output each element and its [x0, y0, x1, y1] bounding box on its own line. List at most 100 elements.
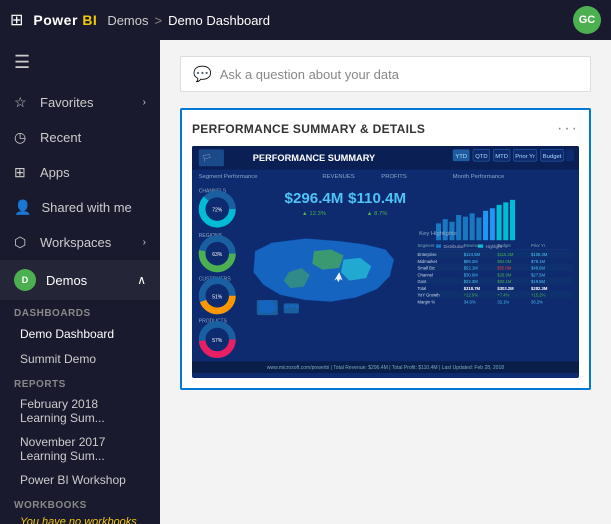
sidebar-item-demos[interactable]: D Demos ∧ [0, 260, 160, 300]
svg-text:REVENUES: REVENUES [322, 174, 354, 180]
qa-bar[interactable]: 💬 Ask a question about your data [180, 56, 591, 92]
svg-text:Segment: Segment [417, 243, 435, 248]
svg-text:Prior Yr: Prior Yr [515, 154, 535, 160]
svg-text:$27.5M: $27.5M [531, 272, 545, 277]
sidebar-item-apps[interactable]: ⊞ Apps [0, 155, 160, 190]
tile-title: PERFORMANCE SUMMARY & DETAILS [192, 122, 425, 136]
svg-text:$78.1M: $78.1M [531, 259, 545, 264]
user-avatar[interactable]: GC [573, 6, 601, 34]
sidebar-label-recent: Recent [40, 130, 81, 145]
svg-text:Channel: Channel [417, 272, 433, 277]
sidebar-label-apps: Apps [40, 165, 70, 180]
svg-text:32.1%: 32.1% [497, 299, 509, 304]
svg-text:$282.3M: $282.3M [531, 286, 548, 291]
breadcrumb-separator: > [155, 13, 163, 28]
sidebar-subitem-report-powerbi[interactable]: Power BI Workshop [0, 468, 160, 492]
breadcrumb: Demos > Demo Dashboard [107, 13, 270, 28]
dashboard-tile: PERFORMANCE SUMMARY & DETAILS ··· 🏳 PERF… [180, 108, 591, 390]
sidebar: ☰ ☆ Favorites › ◷ Recent ⊞ Apps 👤 Shared… [0, 40, 160, 524]
svg-text:$89.2M: $89.2M [464, 259, 478, 264]
qa-icon: 💬 [193, 65, 212, 83]
svg-text:Enterprise: Enterprise [417, 252, 437, 257]
svg-text:▲ 12.3%: ▲ 12.3% [302, 211, 327, 217]
qa-placeholder-text: Ask a question about your data [220, 67, 399, 82]
svg-text:$303.2M: $303.2M [497, 286, 514, 291]
apps-icon: ⊞ [14, 164, 30, 181]
svg-text:Margin %: Margin % [417, 299, 435, 304]
tile-header: PERFORMANCE SUMMARY & DETAILS ··· [192, 120, 579, 138]
svg-text:Budget: Budget [543, 154, 562, 160]
waffle-icon[interactable]: ⊞ [10, 10, 23, 30]
svg-text:Midmarket: Midmarket [417, 259, 437, 264]
sidebar-subitem-summit-demo[interactable]: Summit Demo [0, 347, 160, 371]
workspaces-chevron-icon: › [143, 237, 146, 248]
svg-text:YoY Growth: YoY Growth [417, 293, 440, 298]
topbar: ⊞ Power BI Demos > Demo Dashboard GC [0, 0, 611, 40]
svg-text:$22.3M: $22.3M [464, 279, 478, 284]
svg-text:$28.9M: $28.9M [497, 272, 511, 277]
sidebar-label-demos: Demos [46, 273, 87, 288]
svg-text:Key Highlights: Key Highlights [419, 231, 457, 237]
breadcrumb-root[interactable]: Demos [107, 13, 148, 28]
svg-text:Distribution: Distribution [444, 244, 466, 249]
sidebar-subitem-demo-dashboard[interactable]: Demo Dashboard ··· [0, 321, 160, 347]
svg-text:$296.4M: $296.4M [285, 190, 344, 207]
svg-text:+7.4%: +7.4% [497, 293, 509, 298]
svg-text:36.2%: 36.2% [531, 299, 543, 304]
tile-more-options[interactable]: ··· [557, 120, 579, 138]
svg-text:Prior Yr: Prior Yr [531, 243, 546, 248]
workspaces-icon: ⬡ [14, 234, 30, 251]
shared-icon: 👤 [14, 199, 31, 216]
svg-text:34.6%: 34.6% [464, 299, 476, 304]
svg-text:YTD: YTD [455, 154, 467, 160]
svg-text:51%: 51% [212, 294, 223, 300]
dashboard-item-label: Demo Dashboard [20, 327, 114, 341]
svg-text:$110.4M: $110.4M [348, 190, 406, 207]
workbooks-empty-label: You have no workbooks [0, 513, 160, 524]
svg-text:▲ 8.7%: ▲ 8.7% [367, 211, 389, 217]
favorites-icon: ☆ [14, 94, 30, 111]
svg-text:Govt: Govt [417, 279, 427, 284]
sidebar-label-workspaces: Workspaces [40, 235, 111, 250]
chevron-right-icon: › [143, 97, 146, 108]
svg-text:PERFORMANCE SUMMARY: PERFORMANCE SUMMARY [253, 153, 376, 163]
svg-text:🏳: 🏳 [202, 153, 212, 162]
sidebar-item-workspaces[interactable]: ⬡ Workspaces › [0, 225, 160, 260]
svg-text:$30.6M: $30.6M [464, 272, 478, 277]
section-reports: REPORTS [0, 371, 160, 392]
svg-text:$84.0M: $84.0M [497, 259, 511, 264]
svg-text:$19.8M: $19.8M [531, 279, 545, 284]
svg-text:QTD: QTD [475, 154, 487, 160]
recent-icon: ◷ [14, 129, 30, 146]
sidebar-item-recent[interactable]: ◷ Recent [0, 120, 160, 155]
svg-text:$48.6M: $48.6M [531, 266, 545, 271]
svg-text:57%: 57% [212, 338, 223, 344]
report-label-1: February 2018 Learning Sum... [20, 397, 146, 425]
hamburger-button[interactable]: ☰ [0, 40, 160, 85]
sidebar-item-favorites[interactable]: ☆ Favorites › [0, 85, 160, 120]
svg-text:Revenue: Revenue [464, 243, 481, 248]
sidebar-subitem-report-nov[interactable]: November 2017 Learning Sum... [0, 430, 160, 468]
svg-text:Small Biz: Small Biz [417, 266, 434, 271]
sidebar-label-favorites: Favorites [40, 95, 93, 110]
svg-text:Month Performance: Month Performance [453, 174, 505, 180]
report-label-3: Power BI Workshop [20, 473, 126, 487]
svg-text:+15.2%: +15.2% [531, 293, 546, 298]
svg-text:$318.7M: $318.7M [464, 286, 481, 291]
breadcrumb-current: Demo Dashboard [168, 13, 270, 28]
svg-text:$115.2M: $115.2M [497, 252, 513, 257]
section-workbooks: WORKBOOKS [0, 492, 160, 513]
svg-text:Total: Total [417, 286, 426, 291]
svg-text:$55.0M: $55.0M [497, 266, 511, 271]
svg-text:$20.1M: $20.1M [497, 279, 511, 284]
svg-text:$108.3M: $108.3M [531, 252, 548, 257]
main-content: 💬 Ask a question about your data PERFORM… [160, 40, 611, 524]
app-logo: Power BI [33, 12, 97, 28]
sidebar-subitem-report-feb[interactable]: February 2018 Learning Sum... [0, 392, 160, 430]
svg-text:$52.1M: $52.1M [464, 266, 478, 271]
sidebar-item-shared[interactable]: 👤 Shared with me [0, 190, 160, 225]
svg-text:Segment Performance: Segment Performance [199, 174, 258, 180]
performance-visual[interactable]: 🏳 PERFORMANCE SUMMARY YTD QTD MTD Prior … [192, 146, 579, 378]
dashboard-item-label-2: Summit Demo [20, 352, 96, 366]
report-label-2: November 2017 Learning Sum... [20, 435, 146, 463]
